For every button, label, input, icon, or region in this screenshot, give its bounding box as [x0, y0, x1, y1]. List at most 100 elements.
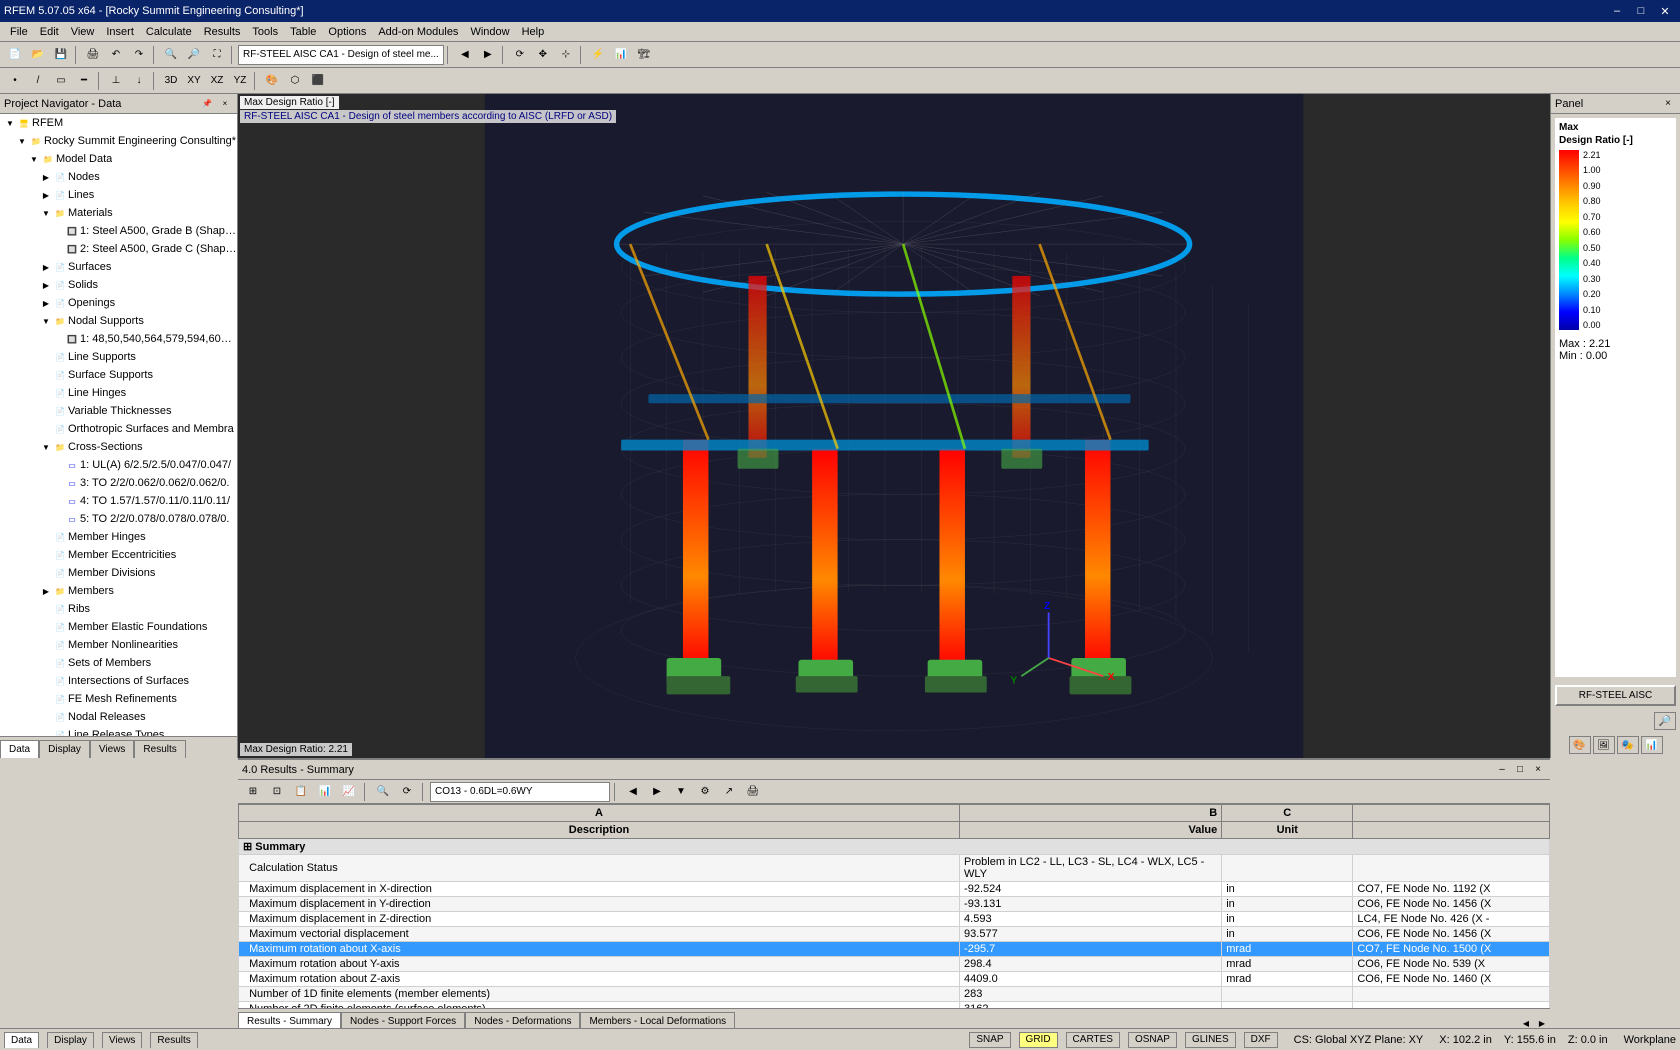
view-3d[interactable]: 3D — [160, 71, 182, 91]
statusbar-tab-results[interactable]: Results — [150, 1032, 197, 1048]
nav-close-button[interactable]: × — [217, 96, 233, 112]
menu-view[interactable]: View — [65, 24, 101, 40]
tree-item-model-data[interactable]: ▼ 📁 Model Data — [0, 150, 237, 168]
results-nav-prev[interactable]: ◀ — [622, 782, 644, 802]
tree-item-openings[interactable]: ▶ 📄 Openings — [0, 294, 237, 312]
redo-button[interactable]: ↷ — [128, 45, 150, 65]
tree-item-surfaces[interactable]: ▶ 📄 Surfaces — [0, 258, 237, 276]
results-settings-btn[interactable]: ⚙ — [694, 782, 716, 802]
tree-item-members[interactable]: ▶ 📁 Members — [0, 582, 237, 600]
save-button[interactable]: 💾 — [50, 45, 72, 65]
menu-results[interactable]: Results — [198, 24, 247, 40]
expand-materials[interactable]: ▼ — [40, 209, 52, 218]
wire-tb[interactable]: ⬡ — [284, 71, 306, 91]
results-table[interactable]: A B C Description Value Unit ⊞ Summary — [238, 804, 1550, 1008]
panel-palette-icon[interactable]: 🎭 — [1617, 736, 1639, 754]
expand-nodal-sup[interactable]: ▼ — [40, 317, 52, 326]
panel-render-icon[interactable]: 🖼 — [1593, 736, 1615, 754]
expand-solids[interactable]: ▶ — [40, 281, 52, 290]
tree-item-solids[interactable]: ▶ 📄 Solids — [0, 276, 237, 294]
expand-members[interactable]: ▶ — [40, 587, 52, 596]
tree-item-mat2[interactable]: 🔲 2: Steel A500, Grade C (Shapes) — [0, 240, 237, 258]
menu-window[interactable]: Window — [464, 24, 515, 40]
tree-item-member-elastic[interactable]: 📄 Member Elastic Foundations — [0, 618, 237, 636]
results-nav-next[interactable]: ▶ — [646, 782, 668, 802]
tree-item-cs4[interactable]: ▭ 4: TO 1.57/1.57/0.11/0.11/0.11/ — [0, 492, 237, 510]
tree-item-cs3[interactable]: ▭ 3: TO 2/2/0.062/0.062/0.062/0. — [0, 474, 237, 492]
glines-indicator[interactable]: GLINES — [1185, 1032, 1236, 1048]
results-tb-btn2[interactable]: ⊡ — [266, 782, 288, 802]
rf-steel-tb[interactable]: 🏗 — [633, 45, 655, 65]
model-dropdown[interactable]: RF-STEEL AISC CA1 - Design of steel me..… — [238, 45, 444, 65]
results-button[interactable]: 📊 — [610, 45, 632, 65]
view-yz[interactable]: YZ — [229, 71, 251, 91]
menu-edit[interactable]: Edit — [34, 24, 65, 40]
expand-openings[interactable]: ▶ — [40, 299, 52, 308]
statusbar-tab-data[interactable]: Data — [4, 1032, 39, 1048]
results-filter-btn[interactable]: ▼ — [670, 782, 692, 802]
nav-back[interactable]: ◀ — [454, 45, 476, 65]
tree-item-line-hinges[interactable]: 📄 Line Hinges — [0, 384, 237, 402]
tree-item-materials[interactable]: ▼ 📁 Materials — [0, 204, 237, 222]
menu-addon[interactable]: Add-on Modules — [372, 24, 464, 40]
member-tb[interactable]: ━ — [73, 71, 95, 91]
tree-item-sets-members[interactable]: 📄 Sets of Members — [0, 654, 237, 672]
tree-item-fe-mesh[interactable]: 📄 FE Mesh Refinements — [0, 690, 237, 708]
osnap-indicator[interactable]: OSNAP — [1128, 1032, 1177, 1048]
tree-item-cs[interactable]: ▼ 📁 Cross-Sections — [0, 438, 237, 456]
surface-tb[interactable]: ▭ — [50, 71, 72, 91]
tree-item-nodal-sup1[interactable]: 🔲 1: 48,50,540,564,579,594,609,62 — [0, 330, 237, 348]
nav-tab-data[interactable]: Data — [0, 740, 39, 758]
line-tb[interactable]: / — [27, 71, 49, 91]
cartes-indicator[interactable]: CARTES — [1066, 1032, 1120, 1048]
undo-button[interactable]: ↶ — [105, 45, 127, 65]
tree-item-member-div[interactable]: 📄 Member Divisions — [0, 564, 237, 582]
load-tb[interactable]: ↓ — [128, 71, 150, 91]
tree-item-nodes[interactable]: ▶ 📄 Nodes — [0, 168, 237, 186]
scene-canvas[interactable]: X Z Y — [238, 94, 1550, 758]
results-print-btn[interactable]: 🖨 — [742, 782, 764, 802]
solid-tb[interactable]: ⬛ — [307, 71, 329, 91]
viewport[interactable]: Max Design Ratio [-] RF-STEEL AISC CA1 -… — [238, 94, 1550, 758]
results-close-button[interactable]: × — [1530, 762, 1546, 778]
menu-help[interactable]: Help — [516, 24, 551, 40]
new-button[interactable]: 📄 — [4, 45, 26, 65]
support-tb[interactable]: ⊥ — [105, 71, 127, 91]
expand-company[interactable]: ▼ — [16, 137, 28, 146]
tree-item-ribs[interactable]: 📄 Ribs — [0, 600, 237, 618]
expand-cs[interactable]: ▼ — [40, 443, 52, 452]
rf-steel-button[interactable]: RF-STEEL AISC — [1555, 685, 1676, 706]
tree-item-nodal-releases[interactable]: 📄 Nodal Releases — [0, 708, 237, 726]
tree-item-member-nonlin[interactable]: 📄 Member Nonlinearities — [0, 636, 237, 654]
results-tb-btn4[interactable]: 📊 — [314, 782, 336, 802]
tree-item-member-hinges[interactable]: 📄 Member Hinges — [0, 528, 237, 546]
nav-tab-display[interactable]: Display — [39, 740, 90, 758]
nav-tab-views[interactable]: Views — [90, 740, 135, 758]
tree-item-cs5[interactable]: ▭ 5: TO 2/2/0.078/0.078/0.078/0. — [0, 510, 237, 528]
select-button[interactable]: ⊹ — [555, 45, 577, 65]
snap-indicator[interactable]: SNAP — [969, 1032, 1010, 1048]
tree-item-line-supports[interactable]: 📄 Line Supports — [0, 348, 237, 366]
zoom-in-button[interactable]: 🔍 — [160, 45, 182, 65]
results-maximize-button[interactable]: □ — [1512, 762, 1528, 778]
tree-item-company[interactable]: ▼ 📁 Rocky Summit Engineering Consulting* — [0, 132, 237, 150]
results-tb-btn5[interactable]: 📈 — [338, 782, 360, 802]
statusbar-tab-display[interactable]: Display — [47, 1032, 94, 1048]
menu-file[interactable]: File — [4, 24, 34, 40]
open-button[interactable]: 📂 — [27, 45, 49, 65]
results-load-case-dropdown[interactable]: CO13 - 0.6DL=0.6WY — [430, 782, 610, 802]
rotate-button[interactable]: ⟳ — [509, 45, 531, 65]
panel-zoom-button[interactable]: 🔎 — [1654, 712, 1676, 730]
menu-calculate[interactable]: Calculate — [140, 24, 198, 40]
menu-options[interactable]: Options — [322, 24, 372, 40]
restore-button[interactable]: □ — [1630, 2, 1652, 20]
tree-item-var-thick[interactable]: 📄 Variable Thicknesses — [0, 402, 237, 420]
nav-fwd[interactable]: ▶ — [477, 45, 499, 65]
close-button[interactable]: ✕ — [1654, 2, 1676, 20]
tree-item-nodal-supports[interactable]: ▼ 📁 Nodal Supports — [0, 312, 237, 330]
tree-item-lines[interactable]: ▶ 📄 Lines — [0, 186, 237, 204]
calculate-button[interactable]: ⚡ — [587, 45, 609, 65]
expand-nodes[interactable]: ▶ — [40, 173, 52, 182]
zoom-out-button[interactable]: 🔎 — [183, 45, 205, 65]
menu-tools[interactable]: Tools — [246, 24, 284, 40]
